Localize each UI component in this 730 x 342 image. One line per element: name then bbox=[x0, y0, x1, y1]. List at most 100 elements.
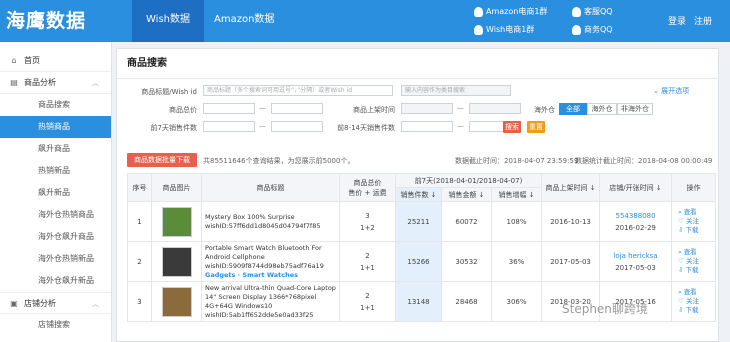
sidebar-group-product-analysis[interactable]: ▤ 商品分析 ︿ bbox=[0, 72, 111, 94]
row-index: 2 bbox=[127, 241, 152, 282]
shop-cell: 554388080 2016-02-29 bbox=[599, 201, 673, 242]
category-tag[interactable]: Gadgets · Smart Watches bbox=[205, 271, 339, 280]
tab-amazon-data[interactable]: Amazon数据 bbox=[200, 0, 288, 42]
sales7-min-input[interactable] bbox=[203, 121, 255, 132]
col-title: 商品标题 bbox=[201, 173, 340, 202]
download-icon: ⇩ bbox=[678, 306, 686, 314]
download-action[interactable]: ⇩ 下载 bbox=[678, 266, 715, 275]
product-thumbnail[interactable] bbox=[161, 246, 192, 277]
heart-icon: ♡ bbox=[678, 217, 686, 225]
download-action[interactable]: ⇩ 下载 bbox=[678, 306, 715, 315]
login-link[interactable]: 登录 bbox=[668, 14, 686, 27]
price-max-input[interactable] bbox=[271, 103, 323, 114]
product-thumbnail[interactable] bbox=[161, 206, 192, 237]
shop-cell: loja hericksa 2017-05-03 bbox=[599, 241, 673, 282]
upload-time-cell: 2017-05-03 bbox=[541, 241, 601, 282]
title-search-input[interactable]: 商品标题（多个搜索词可用逗号“，”分隔）或者Wish id bbox=[203, 85, 393, 96]
sidebar-item-overseas-hot-new[interactable]: 海外仓热销新品 bbox=[0, 248, 111, 270]
col-growth[interactable]: 销售增幅 ↓ bbox=[490, 187, 543, 202]
growth-cell: 36% bbox=[490, 241, 543, 282]
price-cell: 2 1+1 bbox=[339, 281, 396, 322]
upload-start-input[interactable] bbox=[401, 103, 453, 114]
data-cutoff-text: 数据截止时间：2018-04-07 23:59:59 bbox=[455, 157, 579, 165]
sidebar-item-overseas-hot[interactable]: 海外仓热销商品 bbox=[0, 204, 111, 226]
action-cell: ⌕ 查看 ♡ 关注 ⇩ 下载 bbox=[671, 201, 717, 242]
col-index: 序号 bbox=[127, 173, 152, 202]
price-label: 商品总价 bbox=[169, 106, 197, 114]
price-cell: 2 1+1 bbox=[339, 241, 396, 282]
overseas-only-option[interactable]: 海外仓 bbox=[587, 103, 617, 115]
follow-action[interactable]: ♡ 关注 bbox=[678, 297, 715, 306]
range-dash: — bbox=[457, 104, 464, 112]
sidebar-item-overseas-rising[interactable]: 海外仓飙升商品 bbox=[0, 226, 111, 248]
sales-qty-cell: 15266 bbox=[395, 241, 442, 282]
view-action[interactable]: ⌕ 查看 bbox=[678, 288, 715, 297]
sales-amount-cell: 28468 bbox=[441, 281, 492, 322]
non-overseas-option[interactable]: 非海外仓 bbox=[617, 103, 653, 115]
col-sales-amount[interactable]: 销售金额 ↓ bbox=[441, 187, 492, 202]
sidebar-item-rising-new[interactable]: 飙升新品 bbox=[0, 182, 111, 204]
wish-id: wishID:5909f8744d98eb75adf76a19 bbox=[205, 261, 324, 270]
view-action[interactable]: ⌕ 查看 bbox=[678, 248, 715, 257]
sidebar-item-home[interactable]: ⌂ 首页 bbox=[0, 50, 111, 72]
category-search-input[interactable]: 输入内容作为类目搜索 bbox=[401, 85, 511, 96]
heart-icon: ♡ bbox=[678, 297, 686, 305]
reset-button[interactable]: 重置 bbox=[527, 121, 545, 133]
download-action[interactable]: ⇩ 下载 bbox=[678, 226, 715, 235]
qq-group-amazon[interactable]: Amazon电商1群 bbox=[474, 6, 547, 17]
overseas-all-option[interactable]: 全部 bbox=[559, 103, 587, 115]
upload-time-label: 商品上架时间 bbox=[353, 106, 395, 114]
sidebar-item-overseas-rising-new[interactable]: 海外仓飙升新品 bbox=[0, 270, 111, 292]
col-upload-time[interactable]: 商品上架时间 ↓ bbox=[541, 173, 601, 202]
shop-icon: ▣ bbox=[10, 299, 18, 308]
product-title-cell: Mystery Box 100% Surprise wishID:57ff6dd… bbox=[201, 201, 340, 242]
product-title-link[interactable]: Portable Smart Watch Bluetooth For Andro… bbox=[205, 244, 339, 262]
home-icon: ⌂ bbox=[11, 56, 17, 65]
follow-action[interactable]: ♡ 关注 bbox=[678, 257, 715, 266]
register-link[interactable]: 注册 bbox=[694, 14, 712, 27]
heart-icon: ♡ bbox=[678, 257, 686, 265]
sales-qty-cell: 25211 bbox=[395, 201, 442, 242]
wish-id: wishID:5ab1ff652dde5e0ad33f25 bbox=[205, 310, 314, 319]
product-thumbnail[interactable] bbox=[161, 286, 192, 317]
site-logo[interactable]: 海鹰数据 bbox=[6, 6, 86, 33]
sidebar-item-hot-new[interactable]: 热销新品 bbox=[0, 160, 111, 182]
product-title-link[interactable]: New arrival Ultra-thin Quad-Core Laptop … bbox=[205, 284, 339, 311]
col-sales-qty[interactable]: 销售件数 ↓ bbox=[395, 187, 442, 202]
sales8-14-label: 前8-14天销售件数 bbox=[337, 124, 395, 132]
price-min-input[interactable] bbox=[203, 103, 255, 114]
table-row: 1 Mystery Box 100% Surprise wishID:57ff6… bbox=[127, 201, 717, 242]
action-cell: ⌕ 查看 ♡ 关注 ⇩ 下载 bbox=[671, 281, 717, 322]
overseas-label: 海外仓 bbox=[534, 106, 555, 114]
sidebar-group-shop-analysis[interactable]: ▣ 店铺分析 ︿ bbox=[0, 292, 111, 314]
follow-action[interactable]: ♡ 关注 bbox=[678, 217, 715, 226]
wish-id: wishID:57ff6dd1d8045d04794f7f85 bbox=[205, 221, 321, 230]
product-image-cell bbox=[151, 241, 202, 282]
bulk-download-button[interactable]: 商品数据批量下载 bbox=[127, 153, 197, 167]
sidebar-item-shop-search[interactable]: 店铺搜索 bbox=[0, 314, 111, 336]
row-index: 1 bbox=[127, 201, 152, 242]
growth-cell: 306% bbox=[490, 281, 543, 322]
shop-link[interactable]: loja hericksa bbox=[600, 250, 671, 262]
table-row: 2 Portable Smart Watch Bluetooth For And… bbox=[127, 241, 717, 282]
tab-wish-data[interactable]: Wish数据 bbox=[132, 0, 204, 42]
qq-customer-service[interactable]: 客服QQ bbox=[572, 6, 613, 17]
product-search-panel: 商品搜索 商品标题/Wish id 商品标题（多个搜索词可用逗号“，”分隔）或者… bbox=[116, 48, 719, 342]
watermark: Stephen聊跨境 bbox=[562, 302, 648, 316]
product-title-link[interactable]: Mystery Box 100% Surprise bbox=[205, 213, 339, 222]
download-icon: ⇩ bbox=[678, 226, 686, 234]
view-action[interactable]: ⌕ 查看 bbox=[678, 208, 715, 217]
col-week-group: 前7天(2018-04-01/2018-04-07) bbox=[394, 173, 543, 188]
col-shop[interactable]: 店铺/开张时间 ↓ bbox=[599, 173, 673, 202]
sidebar-item-rising-products[interactable]: 飙升商品 bbox=[0, 138, 111, 160]
expand-options-link[interactable]: ⌄ 展开选项 bbox=[653, 86, 689, 96]
qq-group-wish[interactable]: Wish电商1群 bbox=[474, 24, 534, 35]
shop-link[interactable]: 554388080 bbox=[600, 210, 671, 222]
filter-form: 商品标题/Wish id 商品标题（多个搜索词可用逗号“，”分隔）或者Wish … bbox=[117, 79, 718, 187]
search-button[interactable]: 搜索 bbox=[503, 121, 521, 133]
sidebar-item-hot-products[interactable]: 热销商品 bbox=[0, 116, 111, 138]
col-image: 商品图片 bbox=[151, 173, 202, 202]
qq-business[interactable]: 商务QQ bbox=[572, 24, 613, 35]
sidebar-item-product-search[interactable]: 商品搜索 bbox=[0, 94, 111, 116]
sales8-14-min-input[interactable] bbox=[401, 121, 453, 132]
